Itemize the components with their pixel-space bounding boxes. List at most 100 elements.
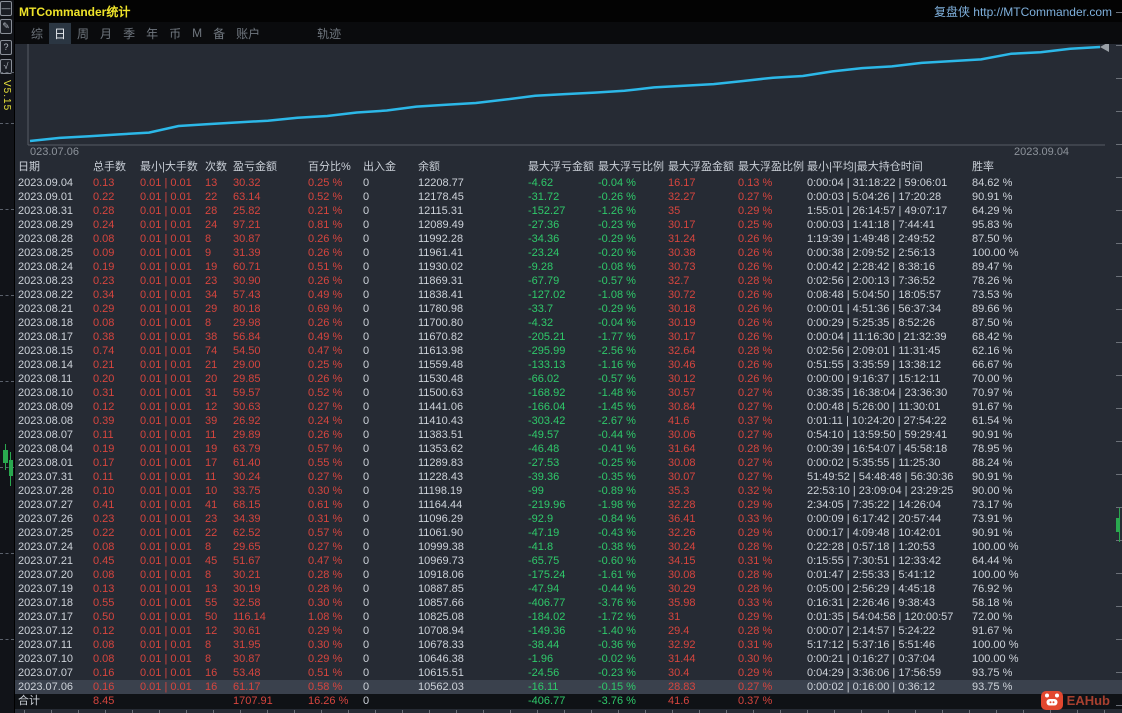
sidebar-button-edit[interactable]: ✎ (0, 19, 12, 34)
title-bar: MTCommander统计 复盘侠 http://MTCommander.com (14, 0, 1122, 22)
menu-item-9[interactable]: 备 (208, 23, 230, 44)
row-cell: 30.06 (668, 429, 696, 441)
menu-item-3[interactable]: 周 (72, 23, 94, 44)
table-row[interactable]: 2023.08.28 0.08 0.01 | 0.01 8 30.87 0.26 % 0 11… (14, 232, 1122, 246)
row-cell: 0.01 | 0.01 (140, 513, 192, 525)
table-row[interactable]: 2023.08.25 0.09 0.01 | 0.01 9 31.39 0.26 % 0 11… (14, 246, 1122, 260)
table-row[interactable]: 2023.08.01 0.17 0.01 | 0.01 17 61.40 0.55 % 0 1… (14, 456, 1122, 470)
row-cell: 0:05:00 | 2:56:29 | 4:45:18 (807, 583, 936, 595)
scale-tick (1116, 705, 1122, 706)
sidebar-button-help[interactable]: ? (0, 40, 12, 55)
row-cell: 0.26 % (738, 317, 773, 329)
row-cell: 30.17 (668, 219, 696, 231)
table-row[interactable]: 2023.07.24 0.08 0.01 | 0.01 8 29.65 0.27 % 0 10… (14, 540, 1122, 554)
table-row[interactable]: 2023.07.25 0.22 0.01 | 0.01 22 62.52 0.57 % 0 1… (14, 526, 1122, 540)
row-cell: 10825.08 (418, 611, 464, 623)
table-row[interactable]: 2023.07.17 0.50 0.01 | 0.01 50 116.14 1.08 % 0… (14, 610, 1122, 624)
row-cell: 2023.08.21 (18, 303, 74, 315)
table-row[interactable]: 2023.08.15 0.74 0.01 | 0.01 74 54.50 0.47 % 0 1… (14, 344, 1122, 358)
table-row[interactable]: 2023.07.20 0.08 0.01 | 0.01 8 30.21 0.28 % 0 10… (14, 568, 1122, 582)
row-cell: -41.8 (528, 541, 554, 553)
row-cell: -406.77 (528, 597, 566, 609)
row-cell: 90.00 % (972, 485, 1013, 497)
row-cell: 2023.08.09 (18, 401, 74, 413)
row-cell: 0:00:04 | 31:18:22 | 59:06:01 (807, 177, 948, 189)
table-row[interactable]: 2023.08.14 0.21 0.01 | 0.01 21 29.00 0.25 % 0 1… (14, 358, 1122, 372)
row-cell: -1.96 (528, 653, 554, 665)
table-row[interactable]: 2023.08.11 0.20 0.01 | 0.01 20 29.85 0.26 % 0 1… (14, 372, 1122, 386)
table-row[interactable]: 2023.09.01 0.22 0.01 | 0.01 22 63.14 0.52 % 0 1… (14, 190, 1122, 204)
row-cell: 0 (363, 639, 370, 651)
row-cell: 12178.45 (418, 191, 464, 203)
row-cell: 30.08 (668, 457, 696, 469)
table-row[interactable]: 2023.08.24 0.19 0.01 | 0.01 19 60.71 0.51 % 0 1… (14, 260, 1122, 274)
table-row[interactable]: 2023.08.23 0.23 0.01 | 0.01 23 30.90 0.26 % 0 1… (14, 274, 1122, 288)
table-row[interactable]: 2023.08.17 0.38 0.01 | 0.01 38 56.84 0.49 % 0 1… (14, 330, 1122, 344)
table-row[interactable]: 2023.08.31 0.28 0.01 | 0.01 28 25.82 0.21 % 0 1… (14, 204, 1122, 218)
row-cell: 91.67 % (972, 625, 1013, 637)
row-cell: 0.01 | 0.01 (140, 345, 192, 357)
row-cell: 0.27 % (738, 401, 773, 413)
table-row[interactable]: 2023.07.26 0.23 0.01 | 0.01 23 34.39 0.31 % 0 1… (14, 512, 1122, 526)
table-row[interactable]: 2023.07.31 0.11 0.01 | 0.01 11 30.24 0.27 % 0 1… (14, 470, 1122, 484)
row-cell: 0:02:56 | 2:09:01 | 11:31:45 (807, 345, 941, 357)
row-cell: -175.24 (528, 569, 566, 581)
row-cell: 0.01 | 0.01 (140, 331, 192, 343)
table-row[interactable]: 2023.07.12 0.12 0.01 | 0.01 12 30.61 0.29 % 0 1… (14, 624, 1122, 638)
table-row[interactable]: 2023.07.27 0.41 0.01 | 0.01 41 68.15 0.61 % 0 1… (14, 498, 1122, 512)
row-cell: 16.17 (668, 177, 696, 189)
row-cell: 0 (363, 611, 370, 623)
row-cell: 63.14 (233, 191, 261, 203)
table-row[interactable]: 2023.08.21 0.29 0.01 | 0.01 29 80.18 0.69 % 0 1… (14, 302, 1122, 316)
row-cell: 74 (205, 345, 218, 357)
table-row[interactable]: 2023.09.04 0.13 0.01 | 0.01 13 30.32 0.25 % 0 1… (14, 176, 1122, 190)
menu-item-8[interactable]: M (187, 24, 207, 42)
menu-item-7[interactable]: 币 (164, 23, 186, 44)
menu-item-1[interactable]: 综 (26, 23, 48, 44)
row-cell: 0.23 (93, 513, 115, 525)
table-row[interactable]: 2023.07.21 0.45 0.01 | 0.01 45 51.67 0.47 % 0 1… (14, 554, 1122, 568)
row-cell: 0 (363, 415, 370, 427)
menu-item-2[interactable]: 日 (49, 22, 72, 44)
row-cell: 90.91 % (972, 191, 1013, 203)
table-row[interactable]: 2023.08.04 0.19 0.01 | 0.01 19 63.79 0.57 % 0 1… (14, 442, 1122, 456)
menu-item-11[interactable]: 轨迹 (312, 23, 346, 44)
table-row[interactable]: 2023.07.10 0.08 0.01 | 0.01 8 30.87 0.29 % 0 10… (14, 652, 1122, 666)
row-cell: 0.01 | 0.01 (140, 261, 192, 273)
menu-item-6[interactable]: 年 (141, 23, 163, 44)
row-cell: 2023.08.23 (18, 275, 74, 287)
row-cell: 0:02:56 | 2:00:13 | 7:36:52 (807, 275, 936, 287)
row-cell: 2023.08.22 (18, 289, 74, 301)
row-cell: -0.41 % (598, 443, 636, 455)
table-row[interactable]: 2023.08.29 0.24 0.01 | 0.01 24 97.21 0.81 % 0 1… (14, 218, 1122, 232)
table-row[interactable]: 2023.08.08 0.39 0.01 | 0.01 39 26.92 0.24 % 0 1… (14, 414, 1122, 428)
row-cell: 30.24 (233, 471, 261, 483)
row-cell: -23.24 (528, 247, 560, 259)
menu-item-4[interactable]: 月 (95, 23, 117, 44)
row-cell: -0.04 % (598, 317, 636, 329)
table-row[interactable]: 2023.07.06 0.16 0.01 | 0.01 16 61.17 0.58 % 0 1… (14, 680, 1122, 694)
table-row[interactable]: 2023.07.19 0.13 0.01 | 0.01 13 30.19 0.28 % 0 1… (14, 582, 1122, 596)
brand-link[interactable]: 复盘侠 http://MTCommander.com (934, 3, 1112, 20)
table-row[interactable]: 2023.07.07 0.16 0.01 | 0.01 16 53.48 0.51 % 0 1… (14, 666, 1122, 680)
table-row[interactable]: 2023.08.09 0.12 0.01 | 0.01 12 30.63 0.27 % 0 1… (14, 400, 1122, 414)
table-row[interactable]: 2023.08.10 0.31 0.01 | 0.01 31 59.57 0.52 % 0 1… (14, 386, 1122, 400)
row-cell: -184.02 (528, 611, 566, 623)
table-row[interactable]: 2023.07.11 0.08 0.01 | 0.01 8 31.95 0.30 % 0 10… (14, 638, 1122, 652)
table-row[interactable]: 2023.08.22 0.34 0.01 | 0.01 34 57.43 0.49 % 0 1… (14, 288, 1122, 302)
row-cell: 11700.80 (418, 317, 464, 329)
row-cell: -31.72 (528, 191, 560, 203)
row-cell: 2:34:05 | 7:35:22 | 14:26:04 (807, 499, 942, 511)
menu-item-5[interactable]: 季 (118, 23, 140, 44)
table-row[interactable]: 2023.07.28 0.10 0.01 | 0.01 10 33.75 0.30 % 0 1… (14, 484, 1122, 498)
menu-item-10[interactable]: 账户 (231, 23, 265, 44)
equity-chart: 023.07.06 2023.09.04 (14, 44, 1122, 158)
table-row[interactable]: 2023.08.07 0.11 0.01 | 0.01 11 29.89 0.26 % 0 1… (14, 428, 1122, 442)
row-cell: 0:00:29 | 5:25:35 | 8:52:26 (807, 317, 936, 329)
table-row[interactable]: 2023.07.18 0.55 0.01 | 0.01 55 32.58 0.30 % 0 1… (14, 596, 1122, 610)
table-row[interactable]: 2023.08.18 0.08 0.01 | 0.01 8 29.98 0.26 % 0 11… (14, 316, 1122, 330)
row-cell: 11228.43 (418, 471, 464, 483)
total-cell (418, 694, 528, 709)
sidebar-button-minimize[interactable]: — (0, 1, 12, 16)
row-cell: 0.26 % (738, 261, 773, 273)
